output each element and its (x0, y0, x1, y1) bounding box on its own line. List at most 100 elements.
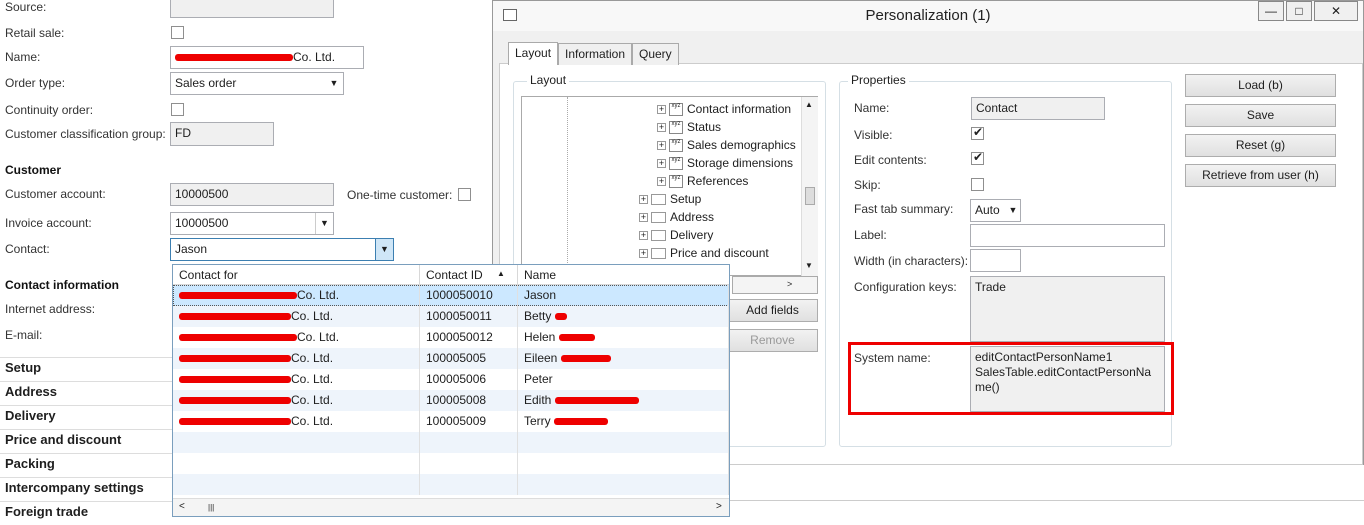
width-field[interactable] (970, 249, 1021, 272)
tree-item[interactable]: + xyz Status (657, 118, 721, 136)
redaction-mark (554, 397, 639, 405)
column-contact-id[interactable]: Contact ID ▲ (420, 265, 518, 285)
tab-information[interactable]: Information (558, 43, 633, 65)
scroll-right-icon[interactable]: > (716, 501, 722, 512)
prop-name-field[interactable]: Contact (971, 97, 1105, 120)
remove-button[interactable]: Remove (727, 329, 818, 352)
section-delivery[interactable]: Delivery (0, 405, 172, 429)
cell-contact-id: 100005008 (420, 390, 518, 411)
scroll-right-icon[interactable]: > (787, 279, 792, 289)
classification-field[interactable]: FD (170, 122, 274, 146)
table-row[interactable]: Co. Ltd. 1000050011 Betty (173, 306, 729, 327)
tree-item[interactable]: + Setup (639, 190, 701, 208)
continuity-checkbox[interactable] (171, 103, 184, 116)
scroll-thumb[interactable]: ||| (208, 503, 236, 513)
redaction-mark (554, 418, 608, 426)
redaction-mark (179, 355, 291, 363)
section-foreign-trade[interactable]: Foreign trade (0, 501, 172, 525)
order-type-select[interactable]: Sales order ▼ (170, 72, 344, 95)
column-name[interactable]: Name (518, 265, 729, 285)
section-address[interactable]: Address (0, 381, 172, 405)
scroll-left-icon[interactable]: < (179, 501, 185, 512)
section-setup[interactable]: Setup (0, 357, 172, 381)
one-time-checkbox[interactable] (458, 188, 471, 201)
source-field[interactable] (170, 0, 334, 18)
prop-name-label: Name: (854, 101, 890, 115)
tree-item[interactable]: + xyz Storage dimensions (657, 154, 793, 172)
name-field[interactable]: Co. Ltd. (170, 46, 364, 69)
contact-lookup-grid[interactable]: Contact for Contact ID ▲ Name Co. Ltd. 10… (172, 264, 730, 517)
section-intercompany[interactable]: Intercompany settings (0, 477, 180, 501)
cell-contact-id: 100005009 (420, 411, 518, 432)
tree-item[interactable]: + xyz Sales demographics (657, 136, 796, 154)
fast-tab-label: Fast tab summary: (854, 202, 954, 216)
label-label: Label: (854, 228, 887, 242)
cell-contact-for: Co. Ltd. (173, 285, 420, 306)
section-packing[interactable]: Packing (0, 453, 172, 477)
table-row[interactable]: Co. Ltd. 1000050010 Jason (173, 285, 729, 306)
layout-tree[interactable]: + xyz Contact information + xyz Status + xyz S… (521, 96, 818, 277)
close-button[interactable]: ✕ (1314, 1, 1358, 21)
label-field[interactable] (970, 224, 1165, 247)
cell-contact-for: Co. Ltd. (173, 411, 420, 432)
classification-label: Customer classification group: (5, 127, 166, 141)
chevron-down-icon[interactable]: ▼ (315, 213, 333, 234)
table-row[interactable] (173, 453, 729, 474)
table-row[interactable]: Co. Ltd. 100005008 Edith (173, 390, 729, 411)
cell-name: Jason (518, 285, 729, 306)
vertical-scrollbar[interactable]: ▲ ▼ (801, 97, 818, 276)
cell-contact-for: Co. Ltd. (173, 390, 420, 411)
table-row[interactable]: Co. Ltd. 100005006 Peter (173, 369, 729, 390)
table-row[interactable] (173, 432, 729, 453)
scroll-up-icon[interactable]: ▲ (805, 100, 813, 109)
column-contact-for[interactable]: Contact for (173, 265, 420, 285)
maximize-button[interactable]: □ (1286, 1, 1312, 21)
retrieve-button[interactable]: Retrieve from user (h) (1185, 164, 1336, 187)
tree-item[interactable]: + Price and discount (639, 244, 769, 262)
visible-checkbox[interactable] (971, 125, 984, 140)
add-fields-button[interactable]: Add fields (727, 299, 818, 322)
chevron-down-icon[interactable]: ▼ (375, 239, 393, 260)
tree-item[interactable]: + Delivery (639, 226, 713, 244)
grid-horizontal-scrollbar[interactable]: < ||| > (173, 498, 729, 516)
tree-item[interactable]: + xyz Contact information (657, 100, 791, 118)
scroll-down-icon[interactable]: ▼ (805, 261, 813, 270)
redaction-mark (179, 334, 297, 342)
cell-contact-for (173, 474, 420, 495)
table-row[interactable]: Co. Ltd. 100005005 Eileen (173, 348, 729, 369)
cell-contact-id: 100005006 (420, 369, 518, 390)
sort-ascending-icon: ▲ (497, 269, 505, 278)
retail-sale-label: Retail sale: (5, 26, 65, 40)
skip-checkbox[interactable] (971, 178, 984, 191)
tab-query[interactable]: Query (632, 43, 679, 65)
table-row[interactable] (173, 474, 729, 495)
tree-item[interactable]: + Address (639, 208, 714, 226)
minimize-button[interactable]: — (1258, 1, 1284, 21)
internet-address-label: Internet address: (5, 302, 96, 316)
cell-contact-for (173, 453, 420, 474)
section-price-discount[interactable]: Price and discount (0, 429, 172, 453)
cell-name: Peter (518, 369, 729, 390)
save-button[interactable]: Save (1185, 104, 1336, 127)
source-label: Source: (5, 0, 47, 14)
invoice-account-field[interactable]: 10000500 ▼ (170, 212, 334, 235)
tab-layout[interactable]: Layout (508, 42, 559, 65)
redaction-mark (179, 313, 291, 321)
customer-account-field[interactable]: 10000500 (170, 183, 334, 206)
scroll-thumb[interactable] (805, 187, 815, 205)
one-time-label: One-time customer: (347, 188, 453, 202)
cell-contact-id: 1000050012 (420, 327, 518, 348)
load-button[interactable]: Load (b) (1185, 74, 1336, 97)
cell-contact-id (420, 474, 518, 495)
horizontal-scrollbar[interactable]: > (732, 276, 818, 294)
table-row[interactable]: Co. Ltd. 100005009 Terry (173, 411, 729, 432)
table-row[interactable]: Co. Ltd. 1000050012 Helen (173, 327, 729, 348)
config-keys-field[interactable]: Trade (970, 276, 1165, 342)
edit-contents-checkbox[interactable] (971, 150, 984, 165)
retail-sale-checkbox[interactable] (171, 26, 184, 39)
tree-item[interactable]: + xyz References (657, 172, 748, 190)
reset-button[interactable]: Reset (g) (1185, 134, 1336, 157)
email-label: E-mail: (5, 328, 43, 342)
contact-field[interactable]: Jason ▼ (170, 238, 394, 261)
fast-tab-select[interactable]: Auto ▼ (970, 199, 1021, 222)
